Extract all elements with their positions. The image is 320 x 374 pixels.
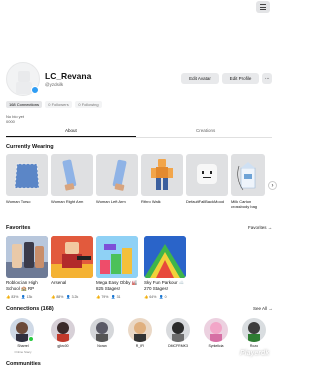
- friend-name: Noran: [97, 344, 107, 348]
- game-rating: 64%: [149, 295, 157, 299]
- game-thumbnail[interactable]: [51, 236, 93, 278]
- friend-avatar[interactable]: [204, 318, 228, 342]
- friend-avatar[interactable]: [242, 318, 266, 342]
- game-thumbnail[interactable]: [144, 236, 186, 278]
- favorites-title: Favorites: [6, 225, 31, 231]
- friend-name: R_IFI: [135, 344, 145, 348]
- communities-title: Communities: [6, 361, 41, 367]
- wearing-item[interactable]: [231, 154, 265, 196]
- game-players: 13k: [26, 295, 33, 299]
- friend-name: gjkrc00: [57, 344, 69, 348]
- wearing-item-label: Rthro Walk: [141, 199, 161, 204]
- tab-about[interactable]: About: [65, 128, 77, 133]
- tab-divider: [6, 137, 272, 138]
- friend-name: Rozo: [249, 344, 259, 348]
- wearing-item-label: Woman Torso: [6, 199, 31, 204]
- wearing-item-label: Woman Left Arm: [96, 199, 126, 204]
- more-options-button[interactable]: ···: [262, 73, 272, 84]
- wearing-item[interactable]: [96, 154, 138, 196]
- tab-creations[interactable]: Creations: [196, 128, 215, 133]
- game-players: 3.2k: [71, 295, 79, 299]
- display-name: LC_Revana: [45, 71, 92, 81]
- friend-avatar[interactable]: [90, 318, 114, 342]
- currently-wearing-title: Currently Wearing: [6, 144, 54, 150]
- wearing-item-label: Milk Carton crossbody bag: [231, 199, 258, 209]
- wearing-item-label: DefaultFallBackMood: [186, 199, 225, 204]
- followers-count[interactable]: 0 Followers: [45, 101, 72, 108]
- wearing-item[interactable]: [6, 154, 48, 196]
- bio-extra: 0000: [6, 119, 15, 124]
- online-status-icon: [28, 336, 34, 342]
- game-title: Roblox:ian High School 🏫 RP: [6, 280, 38, 291]
- game-thumbnail[interactable]: [96, 236, 138, 278]
- watermark: Playerdk: [240, 350, 270, 357]
- status-indicator: [31, 86, 39, 94]
- game-stats: 👍 88% 👤 3.2k: [51, 295, 79, 299]
- friend-name: Syrkelicia: [208, 344, 224, 348]
- game-rating: 79%: [101, 295, 109, 299]
- game-title: Mega Easy Obby 🏭 825 Stages!: [96, 280, 138, 291]
- game-rating: 83%: [11, 295, 19, 299]
- game-rating: 88%: [56, 295, 64, 299]
- username: @yzdsilk: [45, 82, 64, 87]
- friend-avatar[interactable]: [166, 318, 190, 342]
- see-all-link[interactable]: See All →: [253, 306, 273, 311]
- connections-count[interactable]: 168 Connections: [6, 101, 42, 108]
- game-title: Arsenal: [51, 280, 67, 285]
- edit-avatar-button[interactable]: Edit Avatar: [181, 73, 219, 84]
- wearing-item[interactable]: [141, 154, 183, 196]
- friend-avatar[interactable]: [128, 318, 152, 342]
- game-players: 0: [164, 295, 167, 299]
- favorites-link[interactable]: Favorites →: [248, 225, 272, 230]
- edit-profile-button[interactable]: Edit Profile: [222, 73, 259, 84]
- connections-title: Connections (168): [6, 306, 54, 312]
- game-thumbnail[interactable]: [6, 236, 48, 278]
- game-stats: 👍 83% 👤 13k: [6, 295, 33, 299]
- wearing-item[interactable]: [51, 154, 93, 196]
- following-count[interactable]: 0 Following: [75, 101, 102, 108]
- game-title: Sky Fun Parkour ☁️ 270 Stages!: [144, 280, 185, 291]
- friend-name: Sharrel: [17, 344, 29, 348]
- chevron-right-icon[interactable]: ›: [268, 181, 277, 190]
- friend-name: DMCFRMK3: [168, 344, 188, 348]
- wearing-item-label: Woman Right Arm: [51, 199, 84, 204]
- menu-button[interactable]: [256, 1, 270, 13]
- game-stats: 👍 79% 👤 31: [96, 295, 121, 299]
- wearing-item[interactable]: [186, 154, 228, 196]
- friend-avatar[interactable]: [51, 318, 75, 342]
- game-players: 31: [116, 295, 121, 299]
- friend-status: Online Stacy: [14, 350, 32, 354]
- hamburger-icon: [260, 4, 266, 5]
- game-stats: 👍 64% 👤 0: [144, 295, 167, 299]
